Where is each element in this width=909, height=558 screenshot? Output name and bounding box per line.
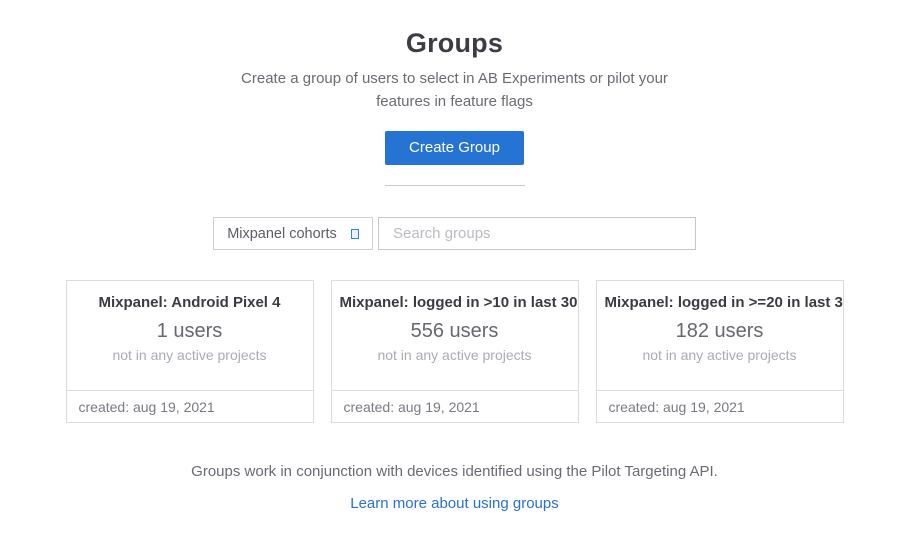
group-card-main: Mixpanel: Android Pixel 4 1 users not in… [67, 281, 313, 390]
page-title: Groups [0, 28, 909, 59]
cohort-dropdown-label: Mixpanel cohorts [227, 226, 337, 242]
group-card[interactable]: Mixpanel: logged in >10 in last 30 ... 5… [331, 280, 579, 423]
search-groups-input[interactable] [378, 217, 696, 250]
group-card[interactable]: Mixpanel: logged in >=20 in last 30... 1… [596, 280, 844, 423]
group-card-main: Mixpanel: logged in >=20 in last 30... 1… [597, 281, 843, 390]
group-user-count: 182 users [597, 320, 843, 343]
group-name: Mixpanel: Android Pixel 4 [67, 294, 313, 311]
group-created-date: created: aug 19, 2021 [67, 390, 313, 422]
groups-list: Mixpanel: Android Pixel 4 1 users not in… [0, 280, 909, 423]
group-created-date: created: aug 19, 2021 [332, 390, 578, 422]
group-user-count: 556 users [332, 320, 578, 343]
learn-more-link[interactable]: Learn more about using groups [350, 495, 558, 512]
dropdown-box-icon [351, 229, 359, 239]
group-card[interactable]: Mixpanel: Android Pixel 4 1 users not in… [66, 280, 314, 423]
page-footer: Groups work in conjunction with devices … [0, 463, 909, 513]
page-subtitle: Create a group of users to select in AB … [235, 67, 675, 113]
cohort-source-dropdown[interactable]: Mixpanel cohorts [213, 217, 373, 250]
group-name: Mixpanel: logged in >10 in last 30 ... [332, 294, 578, 311]
footer-info-text: Groups work in conjunction with devices … [0, 463, 909, 480]
group-name: Mixpanel: logged in >=20 in last 30... [597, 294, 843, 311]
group-created-date: created: aug 19, 2021 [597, 390, 843, 422]
create-group-button[interactable]: Create Group [385, 131, 524, 165]
section-divider [385, 185, 525, 186]
page-header: Groups Create a group of users to select… [0, 0, 909, 186]
group-status: not in any active projects [332, 347, 578, 363]
group-user-count: 1 users [67, 320, 313, 343]
filter-row: Mixpanel cohorts [0, 217, 909, 250]
group-status: not in any active projects [67, 347, 313, 363]
group-status: not in any active projects [597, 347, 843, 363]
group-card-main: Mixpanel: logged in >10 in last 30 ... 5… [332, 281, 578, 390]
groups-page: Groups Create a group of users to select… [0, 0, 909, 558]
